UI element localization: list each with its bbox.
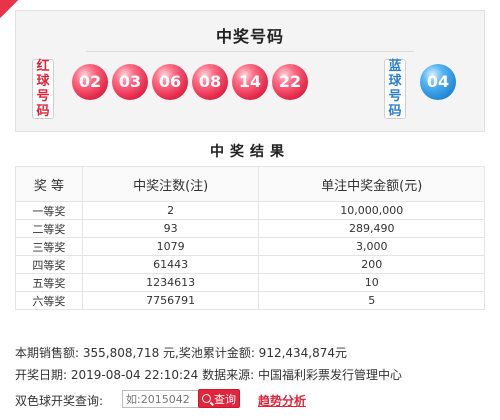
- table-row: 六等奖 7756791 5: [15, 291, 485, 310]
- red-ball-4: 08: [192, 64, 228, 100]
- search-icon: [202, 394, 211, 403]
- prize-count: 93: [81, 219, 260, 238]
- table-row: 一等奖 2 10,000,000: [15, 201, 485, 220]
- table-header-row: 奖 等 中奖注数(注) 单注中奖金额(元): [15, 166, 485, 202]
- prize-count: 1079: [81, 237, 260, 256]
- prize-count: 61443: [81, 255, 260, 274]
- prize-level: 六等奖: [15, 291, 83, 310]
- red-ball-5: 14: [232, 64, 268, 100]
- prize-level: 四等奖: [15, 255, 83, 274]
- table-row: 四等奖 61443 200: [15, 255, 485, 274]
- prize-count: 7756791: [81, 291, 260, 310]
- prize-count: 2: [81, 201, 260, 220]
- draw-date-source: 开奖日期: 2019-08-04 22:10:24 数据来源: 中国福利彩票发行…: [15, 368, 402, 382]
- prize-amount: 10: [258, 273, 485, 292]
- header-count: 中奖注数(注): [81, 166, 260, 202]
- prize-amount: 200: [258, 255, 485, 274]
- blue-ball: 04: [420, 64, 456, 100]
- header-level: 奖 等: [15, 166, 83, 202]
- prize-level: 三等奖: [15, 237, 83, 256]
- prize-amount: 3,000: [258, 237, 485, 256]
- panel-title: 中奖号码: [215, 27, 284, 46]
- red-ball-2: 03: [112, 64, 148, 100]
- table-row: 三等奖 1079 3,000: [15, 237, 485, 256]
- red-ball-label: 红球号码: [32, 59, 54, 119]
- prize-amount: 10,000,000: [258, 201, 485, 220]
- winning-numbers-panel: 中奖号码 红球号码 02 03 06 08 14 22 蓝球号码 04: [15, 10, 485, 132]
- sales-info: 本期销售额: 355,808,718 元,奖池累计金额: 912,434,874…: [15, 346, 348, 360]
- prize-table: 奖 等 中奖注数(注) 单注中奖金额(元) 一等奖 2 10,000,000 二…: [15, 166, 485, 310]
- query-button-label: 查询: [214, 392, 236, 406]
- prize-level: 二等奖: [15, 219, 83, 238]
- prize-amount: 5: [258, 291, 485, 310]
- table-row: 二等奖 93 289,490: [15, 219, 485, 238]
- blue-ball-label: 蓝球号码: [384, 59, 406, 119]
- issue-search-input[interactable]: [122, 390, 202, 408]
- trend-analysis-link[interactable]: 趋势分析: [258, 392, 306, 409]
- prize-level: 五等奖: [15, 273, 83, 292]
- query-button[interactable]: 查询: [198, 389, 240, 408]
- title-divider: [86, 51, 414, 52]
- red-ball-1: 02: [72, 64, 108, 100]
- table-row: 五等奖 1234613 10: [15, 273, 485, 292]
- header-amount: 单注中奖金额(元): [258, 166, 485, 202]
- result-title: 中奖结果: [210, 144, 290, 160]
- red-ball-3: 06: [152, 64, 188, 100]
- prize-count: 1234613: [81, 273, 260, 292]
- red-ball-6: 22: [272, 64, 308, 100]
- query-label: 双色球开奖查询:: [15, 394, 104, 408]
- prize-level: 一等奖: [15, 201, 83, 220]
- prize-amount: 289,490: [258, 219, 485, 238]
